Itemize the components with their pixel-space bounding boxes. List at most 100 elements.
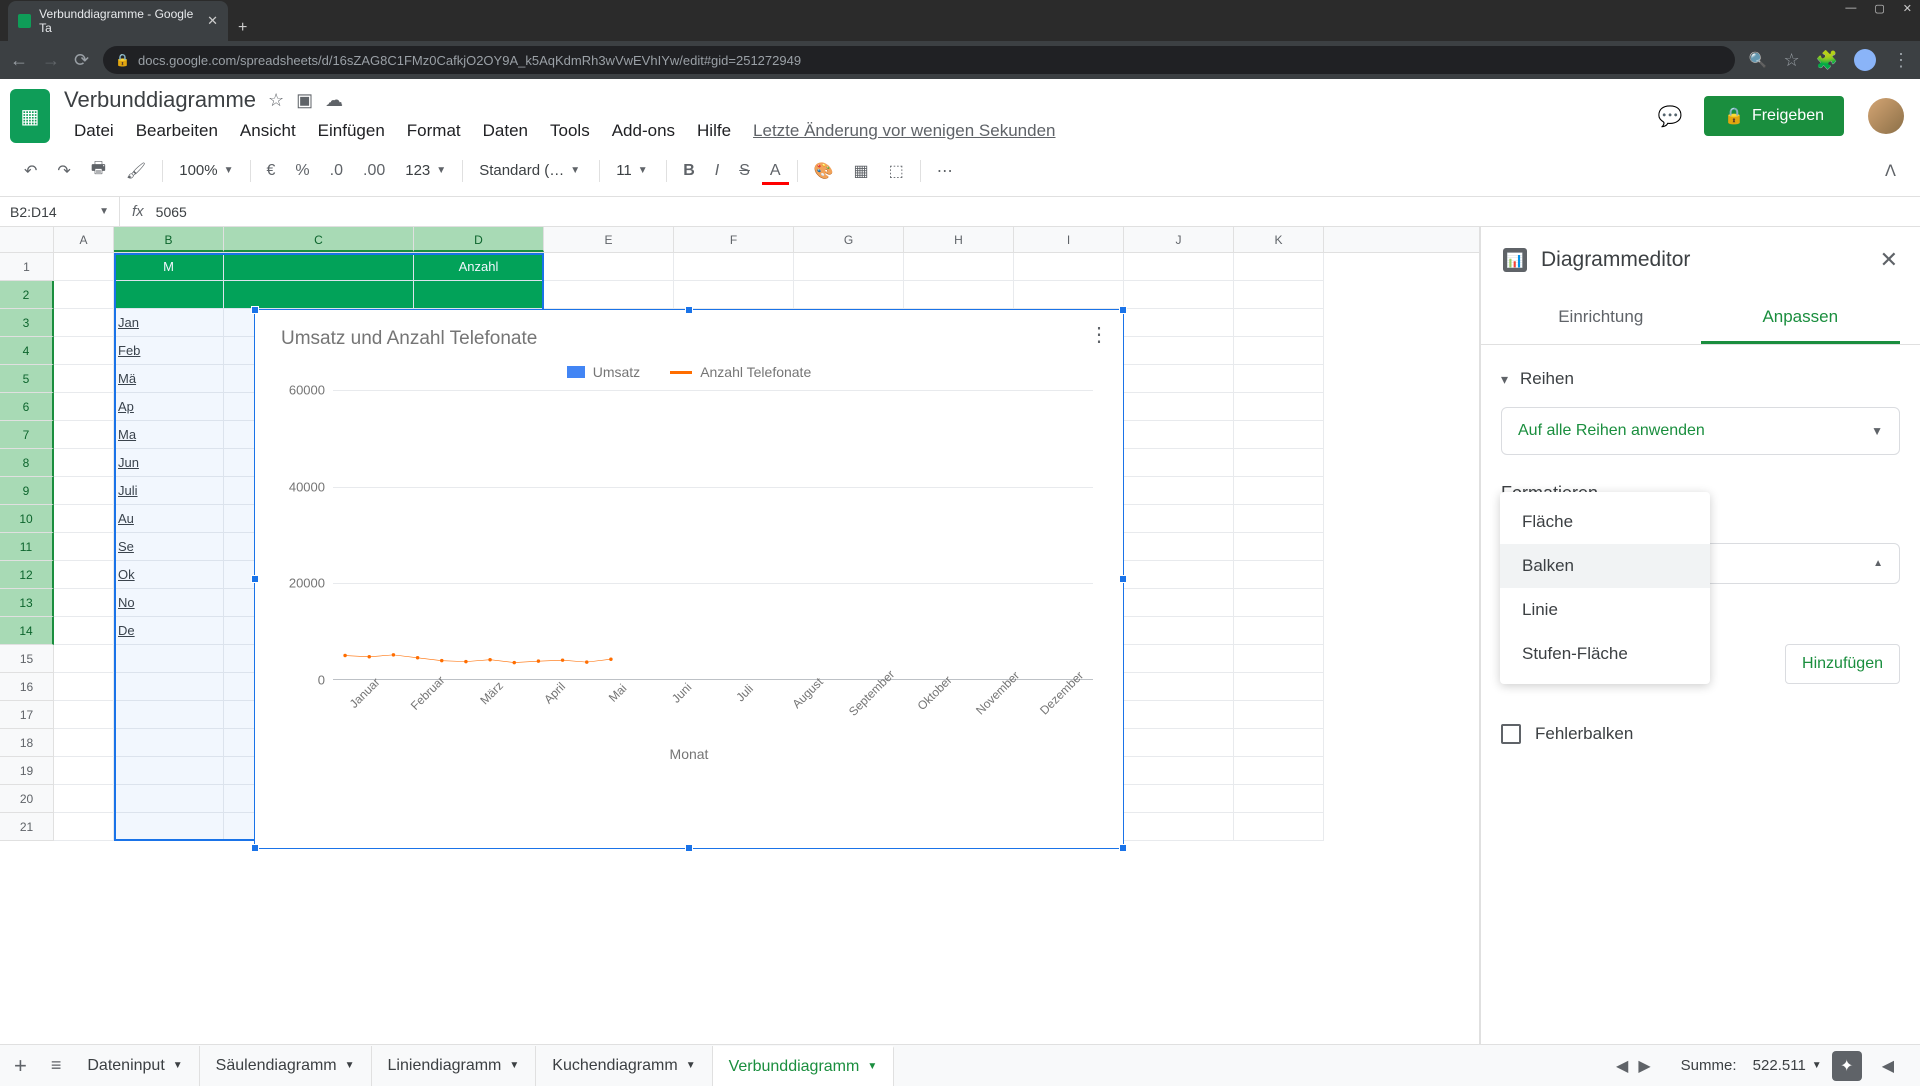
cell[interactable]	[54, 421, 114, 449]
extensions-icon[interactable]: 🧩	[1816, 50, 1838, 71]
column-header[interactable]: A	[54, 227, 114, 252]
menu-datei[interactable]: Datei	[64, 117, 124, 145]
cell[interactable]	[544, 281, 674, 309]
cell[interactable]	[1124, 673, 1234, 701]
cell[interactable]	[114, 673, 224, 701]
type-option-linie[interactable]: Linie	[1500, 588, 1710, 632]
font-size-select[interactable]: 11▼	[608, 158, 658, 183]
new-tab-button[interactable]: +	[238, 19, 247, 41]
increase-decimal-button[interactable]: .00	[355, 156, 393, 186]
cell[interactable]	[54, 365, 114, 393]
cell[interactable]	[1124, 645, 1234, 673]
type-option-flaeche[interactable]: Fläche	[1500, 500, 1710, 544]
cell[interactable]	[1234, 505, 1324, 533]
cell[interactable]	[1234, 253, 1324, 281]
editor-close-icon[interactable]: ✕	[1880, 247, 1898, 273]
number-format-select[interactable]: 123▼	[397, 158, 454, 183]
cell[interactable]	[54, 589, 114, 617]
column-header[interactable]: C	[224, 227, 414, 252]
chart-menu-icon[interactable]: ⋮	[1089, 322, 1109, 347]
cell[interactable]	[1124, 393, 1234, 421]
cloud-status-icon[interactable]: ☁	[325, 90, 343, 111]
cell[interactable]	[114, 701, 224, 729]
cell[interactable]	[54, 449, 114, 477]
resize-handle[interactable]	[1119, 844, 1127, 852]
browser-avatar[interactable]	[1854, 49, 1876, 71]
chart-object[interactable]: ⋮ Umsatz und Anzahl Telefonate Umsatz An…	[254, 309, 1124, 849]
percent-button[interactable]: %	[287, 156, 317, 186]
cell[interactable]	[54, 337, 114, 365]
resize-handle[interactable]	[685, 306, 693, 314]
undo-button[interactable]: ↶	[16, 155, 45, 187]
maximize-icon[interactable]: ▢	[1874, 2, 1884, 15]
chart-title[interactable]: Umsatz und Anzahl Telefonate	[255, 310, 1123, 350]
cell[interactable]	[224, 281, 414, 309]
star-doc-icon[interactable]: ☆	[268, 90, 284, 111]
last-edit-link[interactable]: Letzte Änderung vor wenigen Sekunden	[753, 121, 1055, 141]
cell[interactable]: No	[114, 589, 224, 617]
errorbars-checkbox[interactable]	[1501, 724, 1521, 744]
cell[interactable]	[1234, 281, 1324, 309]
cell[interactable]	[54, 673, 114, 701]
share-button[interactable]: 🔒 Freigeben	[1704, 96, 1844, 136]
menu-format[interactable]: Format	[397, 117, 471, 145]
type-option-stufen[interactable]: Stufen-Fläche	[1500, 632, 1710, 676]
cell[interactable]	[54, 785, 114, 813]
close-window-icon[interactable]: ✕	[1903, 2, 1912, 15]
font-select[interactable]: Standard (…▼	[471, 158, 591, 183]
row-header[interactable]: 5	[0, 365, 54, 393]
cell[interactable]	[1234, 729, 1324, 757]
document-title[interactable]: Verbunddiagramme	[64, 87, 256, 113]
cell[interactable]	[54, 701, 114, 729]
row-header[interactable]: 17	[0, 701, 54, 729]
add-datapoint-button[interactable]: Hinzufügen	[1785, 644, 1900, 684]
cell[interactable]	[1234, 365, 1324, 393]
cell[interactable]	[1124, 701, 1234, 729]
cell[interactable]	[1124, 421, 1234, 449]
cell[interactable]: Se	[114, 533, 224, 561]
tab-anpassen[interactable]: Anpassen	[1701, 293, 1901, 344]
cell[interactable]	[1234, 337, 1324, 365]
cell[interactable]	[674, 281, 794, 309]
resize-handle[interactable]	[251, 306, 259, 314]
column-header[interactable]: F	[674, 227, 794, 252]
row-header[interactable]: 3	[0, 309, 54, 337]
row-header[interactable]: 1	[0, 253, 54, 281]
row-header[interactable]: 18	[0, 729, 54, 757]
cell[interactable]: De	[114, 617, 224, 645]
reload-icon[interactable]: ⟳	[74, 50, 89, 71]
comments-button[interactable]: 💬	[1652, 98, 1688, 134]
currency-button[interactable]: €	[259, 156, 284, 186]
cell[interactable]	[794, 281, 904, 309]
row-header[interactable]: 2	[0, 281, 54, 309]
resize-handle[interactable]	[1119, 306, 1127, 314]
cell[interactable]	[54, 477, 114, 505]
column-header[interactable]: K	[1234, 227, 1324, 252]
cell[interactable]	[1234, 701, 1324, 729]
cell[interactable]	[1014, 253, 1124, 281]
menu-bearbeiten[interactable]: Bearbeiten	[126, 117, 228, 145]
cell[interactable]	[114, 645, 224, 673]
cell[interactable]	[114, 281, 224, 309]
row-header[interactable]: 9	[0, 477, 54, 505]
cell[interactable]: Ok	[114, 561, 224, 589]
italic-button[interactable]: I	[707, 156, 727, 186]
row-header[interactable]: 12	[0, 561, 54, 589]
column-header[interactable]: B	[114, 227, 224, 252]
cell[interactable]	[54, 729, 114, 757]
cell[interactable]	[54, 505, 114, 533]
cell[interactable]	[114, 757, 224, 785]
row-header[interactable]: 6	[0, 393, 54, 421]
cell[interactable]	[1234, 673, 1324, 701]
zoom-select[interactable]: 100%▼	[171, 158, 241, 183]
forward-icon[interactable]: →	[42, 50, 60, 71]
cell[interactable]	[1234, 645, 1324, 673]
cell[interactable]: Jun	[114, 449, 224, 477]
cell[interactable]	[1234, 449, 1324, 477]
cell[interactable]	[674, 253, 794, 281]
aggregate-display[interactable]: Summe: 522.511 ▼	[1681, 1057, 1822, 1074]
cell[interactable]	[54, 561, 114, 589]
menu-daten[interactable]: Daten	[473, 117, 538, 145]
row-header[interactable]: 8	[0, 449, 54, 477]
cell[interactable]	[1234, 393, 1324, 421]
